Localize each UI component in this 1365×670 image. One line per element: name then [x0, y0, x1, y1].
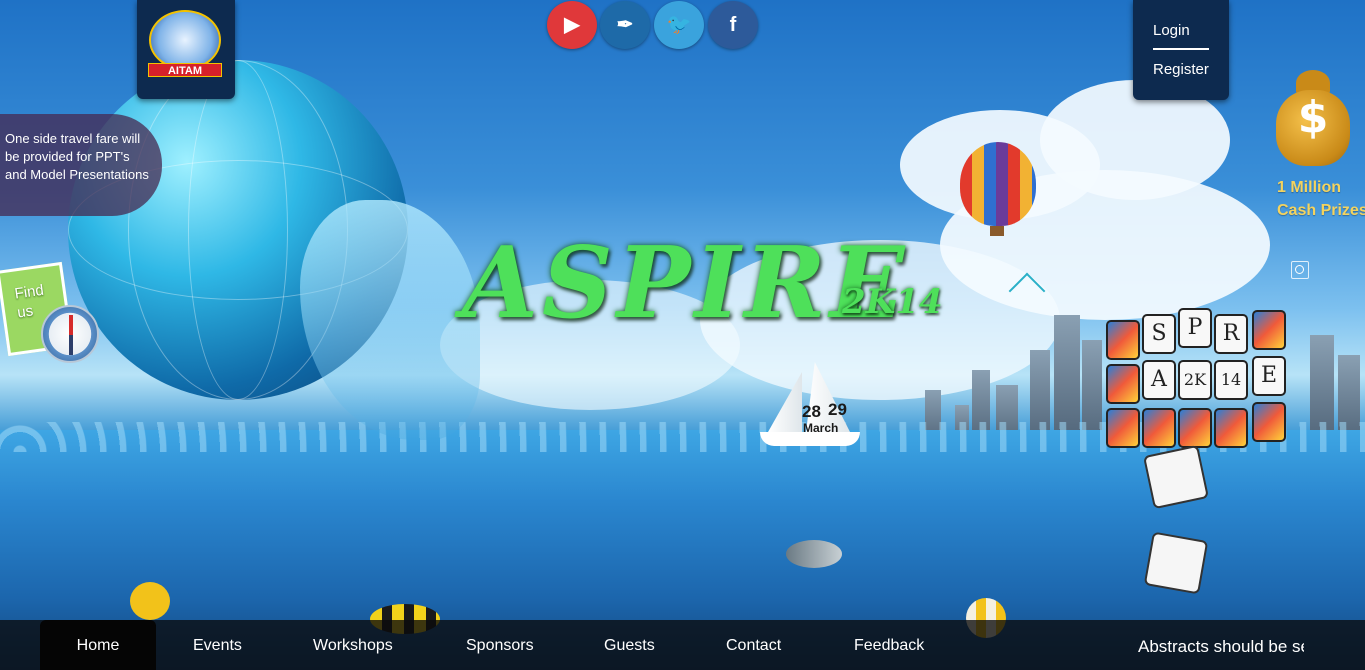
cube-cell: R: [1214, 314, 1248, 354]
cube-cell: [1106, 320, 1140, 360]
cube-cell: [1106, 364, 1140, 404]
nav-home[interactable]: Home: [40, 620, 156, 670]
cube-cell: P: [1178, 308, 1212, 348]
college-logo[interactable]: AITAM: [137, 0, 235, 99]
compass-icon[interactable]: [41, 305, 99, 363]
search-icon[interactable]: [1291, 261, 1309, 279]
nav-sponsors[interactable]: Sponsors: [466, 620, 534, 670]
compass-needle: [69, 315, 73, 355]
facebook-icon[interactable]: f: [708, 1, 758, 49]
twitter-icon[interactable]: 🐦: [654, 1, 704, 49]
rubiks-cube: S P R A 2K 14 E: [1102, 280, 1307, 455]
event-month: March: [803, 421, 839, 435]
find-us-label: us: [16, 302, 35, 322]
logo-banner: AITAM: [148, 63, 222, 77]
prize-line-1: 1 Million: [1277, 179, 1341, 196]
nav-feedback[interactable]: Feedback: [854, 620, 924, 670]
cube-cell: [1178, 408, 1212, 448]
small-cube: [1143, 531, 1209, 595]
nav-contact[interactable]: Contact: [726, 620, 781, 670]
auth-panel: Login Register: [1133, 0, 1229, 100]
cube-cell: S: [1142, 314, 1176, 354]
notice-text: One side travel fare will be provided fo…: [5, 131, 149, 182]
balloon-basket: [990, 226, 1004, 236]
fish: [786, 540, 842, 568]
cube-cell: [1106, 408, 1140, 448]
college-seal-icon: [149, 10, 221, 70]
prize-line-2: Cash Prizes: [1277, 202, 1365, 219]
nav-guests[interactable]: Guests: [604, 620, 655, 670]
youtube-icon[interactable]: ▶: [547, 1, 597, 49]
login-link[interactable]: Login: [1153, 22, 1190, 39]
divider: [1153, 48, 1209, 50]
cube-cell: 2K: [1178, 360, 1212, 400]
cash-prize-text: 1 Million Cash Prizes: [1277, 176, 1365, 222]
hot-air-balloon: [960, 142, 1036, 226]
cube-cell: E: [1252, 356, 1286, 396]
water-splash: [300, 200, 480, 440]
travel-fare-notice: One side travel fare will be provided fo…: [0, 114, 162, 216]
small-cube: [1142, 444, 1210, 510]
register-link[interactable]: Register: [1153, 61, 1209, 78]
nav-workshops[interactable]: Workshops: [313, 620, 393, 670]
cube-cell: [1142, 408, 1176, 448]
event-day-1: 28: [802, 402, 821, 421]
cube-cell: A: [1142, 360, 1176, 400]
nav-events[interactable]: Events: [193, 620, 242, 670]
find-us-label: Find: [13, 281, 45, 303]
cube-cell: [1252, 310, 1286, 350]
feather-icon[interactable]: ✒: [600, 1, 650, 49]
cube-cell: [1214, 408, 1248, 448]
cube-cell: 14: [1214, 360, 1248, 400]
fish: [130, 582, 170, 620]
cube-cell: [1252, 402, 1286, 442]
money-bag-icon: $: [1276, 70, 1350, 166]
main-navigation: Home Events Workshops Sponsors Guests Co…: [0, 620, 1365, 670]
event-subtitle: 2K14: [842, 282, 943, 322]
news-ticker: Abstracts should be se: [1138, 637, 1304, 656]
event-day-2: 29: [828, 400, 847, 419]
